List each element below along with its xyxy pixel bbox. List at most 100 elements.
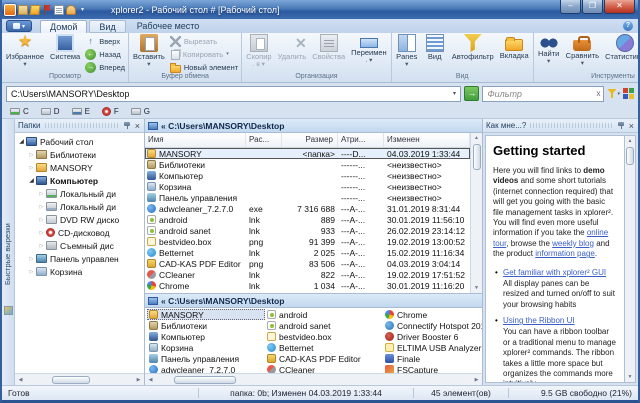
- drive-f[interactable]: F: [102, 107, 119, 116]
- close-panel-icon[interactable]: ×: [628, 122, 635, 130]
- top-pane-header[interactable]: « C:\Users\MANSORY\Desktop: [145, 119, 482, 133]
- expand-arrow-icon[interactable]: ▷: [37, 230, 46, 236]
- delete-button[interactable]: Удалить: [275, 33, 310, 61]
- filter-input[interactable]: [483, 89, 593, 99]
- tab-workspace[interactable]: Рабочее место: [128, 20, 209, 33]
- file-row[interactable]: CAD-KAS PDF Editorpng83 506---A-...04.03…: [145, 258, 470, 269]
- expand-arrow-icon[interactable]: ▷: [37, 204, 46, 210]
- tree-item[interactable]: ▷MANSORY: [15, 161, 144, 174]
- copy-button[interactable]: Копировать▾: [168, 48, 240, 60]
- maximize-button[interactable]: ❐: [582, 0, 603, 14]
- back-button[interactable]: Назад: [83, 48, 127, 60]
- qat-open-folder-icon[interactable]: [29, 5, 40, 15]
- scroll-thumb[interactable]: [174, 376, 236, 384]
- bottom-pane-header[interactable]: « C:\Users\MANSORY\Desktop: [145, 294, 482, 308]
- find-button[interactable]: Найти ▾: [535, 33, 563, 65]
- file-item[interactable]: CAD-KAS PDF Editor: [265, 353, 383, 364]
- help-link[interactable]: Using the Ribbon UI: [503, 316, 617, 326]
- filter-funnel-icon[interactable]: ▾: [607, 89, 620, 98]
- help-icon[interactable]: ?: [623, 21, 633, 31]
- close-panel-icon[interactable]: ×: [134, 122, 141, 130]
- column-header[interactable]: Рас...: [246, 133, 282, 147]
- collapse-arrow-icon[interactable]: ◢: [17, 138, 26, 145]
- file-item[interactable]: CCleaner: [265, 364, 383, 373]
- file-item[interactable]: Панель управления: [147, 353, 265, 364]
- file-item[interactable]: Driver Booster 6: [383, 331, 482, 342]
- expand-arrow-icon[interactable]: ▷: [37, 191, 46, 197]
- tree-hscrollbar[interactable]: ◀ ▶: [15, 373, 144, 385]
- qat-flag-icon[interactable]: [42, 5, 52, 15]
- expand-arrow-icon[interactable]: ▷: [37, 243, 46, 249]
- tree-item[interactable]: ◢Компьютер: [15, 174, 144, 187]
- cut-button[interactable]: Вырезать: [168, 35, 240, 47]
- file-row[interactable]: android sanetlnk933---A-...26.02.2019 23…: [145, 225, 470, 236]
- address-dropdown-icon[interactable]: ▾: [448, 90, 460, 97]
- statistics-button[interactable]: Статистика: [602, 33, 640, 61]
- pin-icon[interactable]: [123, 121, 132, 130]
- compare-button[interactable]: Сравнить ▾: [563, 33, 602, 67]
- expand-arrow-icon[interactable]: ▷: [27, 165, 36, 171]
- qat-document-icon[interactable]: [54, 5, 64, 15]
- file-item[interactable]: Корзина: [147, 342, 265, 353]
- file-item[interactable]: ELTIMA USB Analyzer: [383, 342, 482, 353]
- file-item[interactable]: bestvideo.box: [265, 331, 383, 342]
- copy-to-button[interactable]: Скопир. в ▾: [243, 33, 274, 68]
- scroll-down-icon[interactable]: ▼: [471, 283, 482, 293]
- file-item[interactable]: Betternet: [265, 342, 383, 353]
- expand-arrow-icon[interactable]: ▷: [27, 256, 36, 262]
- file-item[interactable]: Библиотеки: [147, 320, 265, 331]
- minimize-button[interactable]: –: [560, 0, 581, 14]
- qat-more-icon[interactable]: ▾: [78, 6, 87, 13]
- address-input[interactable]: [7, 87, 448, 100]
- tree-item[interactable]: ▷Корзина: [15, 265, 144, 278]
- rename-button[interactable]: Переимен. ▾: [348, 33, 390, 64]
- scroll-track[interactable]: [156, 375, 471, 385]
- quick-clips-strip[interactable]: Быстрые вырезки: [2, 119, 15, 385]
- drive-c[interactable]: C: [10, 107, 29, 116]
- expand-arrow-icon[interactable]: ▷: [37, 217, 46, 223]
- file-row[interactable]: adwcleaner_7.2.7.0exe7 316 688---A-...31…: [145, 203, 470, 214]
- file-row[interactable]: Панель управления------...<неизвестно>: [145, 192, 470, 203]
- file-row[interactable]: bestvideo.boxpng91 399---A-...19.02.2019…: [145, 236, 470, 247]
- panes-button[interactable]: Panes ▾: [393, 33, 421, 68]
- collapse-arrow-icon[interactable]: ◢: [27, 177, 36, 184]
- tab-button[interactable]: Вкладка: [497, 33, 532, 60]
- file-row[interactable]: Корзина------...<неизвестно>: [145, 181, 470, 192]
- go-button[interactable]: →: [464, 86, 479, 101]
- file-row[interactable]: CCleanerlnk822---A-...19.02.2019 17:51:5…: [145, 269, 470, 280]
- column-header[interactable]: Изменен: [384, 133, 470, 147]
- scroll-up-icon[interactable]: ▲: [471, 133, 482, 143]
- file-item[interactable]: Компьютер: [147, 331, 265, 342]
- pin-icon[interactable]: [617, 121, 626, 130]
- scroll-down-icon[interactable]: ▼: [625, 372, 636, 382]
- tree-item[interactable]: ▷Локальный ди: [15, 187, 144, 200]
- file-row[interactable]: MANSORY<папка>----D...04.03.2019 1:33:44: [145, 148, 470, 159]
- scroll-track[interactable]: [26, 375, 133, 385]
- tree-item[interactable]: ▷Съемный дис: [15, 239, 144, 252]
- tree-item[interactable]: ▷Локальный ди: [15, 200, 144, 213]
- file-item[interactable]: Connectify Hotspot 2018: [383, 320, 482, 331]
- paste-button[interactable]: Вставить ▾: [130, 33, 168, 68]
- filter-clear-icon[interactable]: x: [593, 89, 603, 98]
- scroll-right-icon[interactable]: ▶: [133, 374, 144, 386]
- help-link[interactable]: Get familiar with xplorer² GUI: [503, 268, 617, 278]
- scroll-up-icon[interactable]: ▲: [625, 136, 636, 146]
- drive-e[interactable]: E: [72, 107, 90, 116]
- tree-item[interactable]: ◢Рабочий стол: [15, 135, 144, 148]
- file-item[interactable]: android: [265, 309, 383, 320]
- tab-home[interactable]: Домой: [40, 20, 87, 33]
- color-grid-icon[interactable]: [623, 88, 634, 99]
- file-row[interactable]: androidlnk889---A-...30.01.2019 11:56:10: [145, 214, 470, 225]
- qat-hand-icon[interactable]: [66, 5, 76, 15]
- help-link[interactable]: information page: [535, 249, 595, 258]
- autofilter-button[interactable]: Автофильтр: [449, 33, 497, 61]
- scroll-right-icon[interactable]: ▶: [471, 374, 482, 386]
- forward-button[interactable]: Вперед: [83, 61, 127, 73]
- help-link[interactable]: weekly blog: [552, 239, 594, 248]
- expand-arrow-icon[interactable]: ▷: [27, 152, 36, 158]
- scroll-track[interactable]: [472, 143, 482, 283]
- view-button[interactable]: Вид: [421, 33, 449, 61]
- file-row[interactable]: Библиотеки------...<неизвестно>: [145, 159, 470, 170]
- qat-folder-icon[interactable]: [18, 5, 28, 15]
- scroll-left-icon[interactable]: ◀: [15, 374, 26, 386]
